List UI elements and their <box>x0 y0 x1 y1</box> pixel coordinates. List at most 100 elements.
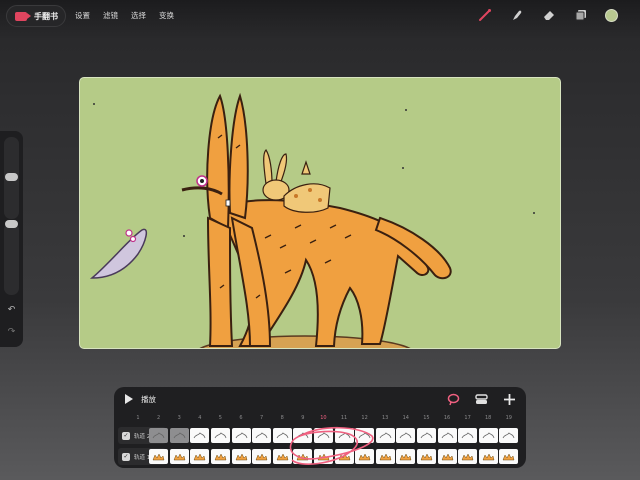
frame-sketch <box>152 453 165 461</box>
frame-number[interactable]: 12 <box>355 415 375 421</box>
frame-number[interactable]: 9 <box>293 415 313 421</box>
frame-thumbnail[interactable] <box>499 428 519 443</box>
frame-sketch <box>441 453 453 461</box>
frame-number[interactable]: 10 <box>313 415 333 421</box>
frame-number[interactable]: 6 <box>231 415 251 421</box>
frame-thumbnail[interactable] <box>417 449 436 464</box>
frame-thumbnail[interactable] <box>149 449 169 464</box>
frame-sketch <box>503 432 515 439</box>
color-swatch[interactable] <box>605 8 618 22</box>
frame-thumbnail[interactable] <box>252 428 272 443</box>
frame-number[interactable]: 11 <box>334 415 354 421</box>
frame-thumbnail[interactable] <box>478 449 498 464</box>
frame-sketch <box>358 432 371 439</box>
frame-thumbnail[interactable] <box>417 428 436 443</box>
frame-number[interactable]: 19 <box>499 415 519 421</box>
frame-sketch <box>420 432 433 439</box>
frame-thumbnail[interactable] <box>211 428 230 443</box>
frame-thumbnail[interactable] <box>169 428 189 443</box>
frame-thumbnail[interactable] <box>499 449 519 464</box>
lasso-icon[interactable] <box>446 392 460 406</box>
menu-settings[interactable]: 设置 <box>75 10 90 21</box>
frame-number[interactable]: 13 <box>375 415 395 421</box>
play-label[interactable]: 播放 <box>141 394 156 405</box>
frame-number[interactable]: 16 <box>437 415 457 421</box>
frame-thumbnail[interactable] <box>272 449 292 464</box>
app-name: 手翻书 <box>34 11 58 21</box>
frame-thumbnail[interactable] <box>211 449 230 464</box>
frame-sketch <box>461 453 474 461</box>
frame-number[interactable]: 7 <box>252 415 272 421</box>
eraser-icon[interactable] <box>541 7 557 23</box>
frame-thumbnail[interactable] <box>396 449 416 464</box>
frame-thumbnail[interactable] <box>458 449 478 464</box>
frame-sketch <box>461 432 474 439</box>
frame-sketch <box>276 432 289 439</box>
frame-number[interactable]: 3 <box>169 415 189 421</box>
brush-size-thumb[interactable] <box>5 173 18 181</box>
track-1-name: 轨道 1 <box>134 454 151 461</box>
frame-thumbnail[interactable] <box>334 428 354 443</box>
frame-thumbnail[interactable] <box>252 449 272 464</box>
frame-sketch <box>297 432 309 439</box>
layers-icon[interactable] <box>573 7 589 23</box>
frame-sketch <box>214 453 227 461</box>
frame-thumbnail[interactable] <box>355 449 375 464</box>
track-settings-icon[interactable] <box>474 392 488 406</box>
menu-select[interactable]: 选择 <box>131 10 146 21</box>
play-icon[interactable] <box>125 394 133 404</box>
frame-thumbnail[interactable] <box>355 428 375 443</box>
frame-sketch <box>358 453 371 461</box>
frame-number[interactable]: 8 <box>272 415 292 421</box>
frame-sketch <box>235 453 247 461</box>
frame-number[interactable]: 20 <box>519 415 526 421</box>
smudge-icon[interactable] <box>509 7 525 23</box>
frame-thumbnail[interactable] <box>231 428 251 443</box>
frame-number[interactable]: 17 <box>458 415 478 421</box>
frame-thumbnail[interactable] <box>375 428 395 443</box>
frame-number[interactable]: 18 <box>478 415 498 421</box>
frame-thumbnail[interactable] <box>190 449 210 464</box>
canvas-artwork <box>89 92 535 348</box>
frame-thumbnail[interactable] <box>293 428 313 443</box>
frame-sketch <box>379 432 392 439</box>
frame-thumbnail[interactable] <box>231 449 251 464</box>
frame-ruler: 1234567891011121314151617181920 <box>114 415 526 425</box>
frame-number[interactable]: 5 <box>210 415 230 421</box>
frame-thumbnail[interactable] <box>293 449 313 464</box>
brush-opacity-slider[interactable] <box>4 223 19 295</box>
frame-sketch <box>338 453 350 461</box>
app-menu-button[interactable]: 手翻书 <box>6 5 66 27</box>
frame-thumbnail[interactable] <box>190 428 210 443</box>
brush-opacity-thumb[interactable] <box>5 220 18 228</box>
frame-sketch <box>503 453 515 461</box>
frame-number[interactable]: 15 <box>416 415 436 421</box>
redo-icon[interactable]: ↷ <box>6 327 17 338</box>
menu-transform[interactable]: 变换 <box>159 10 174 21</box>
frame-thumbnail[interactable] <box>334 449 354 464</box>
add-icon[interactable] <box>502 392 516 406</box>
frame-number[interactable]: 2 <box>149 415 169 421</box>
frame-thumbnail[interactable] <box>478 428 498 443</box>
frame-sketch <box>482 453 495 461</box>
frame-thumbnail[interactable] <box>458 428 478 443</box>
frame-thumbnail[interactable] <box>272 428 292 443</box>
frame-thumbnail[interactable] <box>149 428 169 443</box>
drawing-canvas[interactable] <box>80 78 560 348</box>
frame-number[interactable]: 14 <box>396 415 416 421</box>
undo-icon[interactable]: ↶ <box>6 305 17 316</box>
track-2-visibility-checkbox[interactable]: ✓ <box>122 431 130 440</box>
frame-thumbnail[interactable] <box>437 428 457 443</box>
frame-thumbnail[interactable] <box>437 449 457 464</box>
frame-number[interactable]: 4 <box>190 415 210 421</box>
frame-thumbnail[interactable] <box>375 449 395 464</box>
menu-filters[interactable]: 滤镜 <box>103 10 118 21</box>
brush-icon[interactable] <box>477 7 493 23</box>
frame-thumbnail[interactable] <box>396 428 416 443</box>
track-1-visibility-checkbox[interactable]: ✓ <box>122 452 130 461</box>
frame-thumbnail[interactable] <box>169 449 189 464</box>
frame-number[interactable]: 1 <box>128 415 148 421</box>
frame-thumbnail[interactable] <box>314 449 333 464</box>
frame-thumbnail[interactable] <box>314 428 333 443</box>
frame-sketch <box>214 432 227 439</box>
